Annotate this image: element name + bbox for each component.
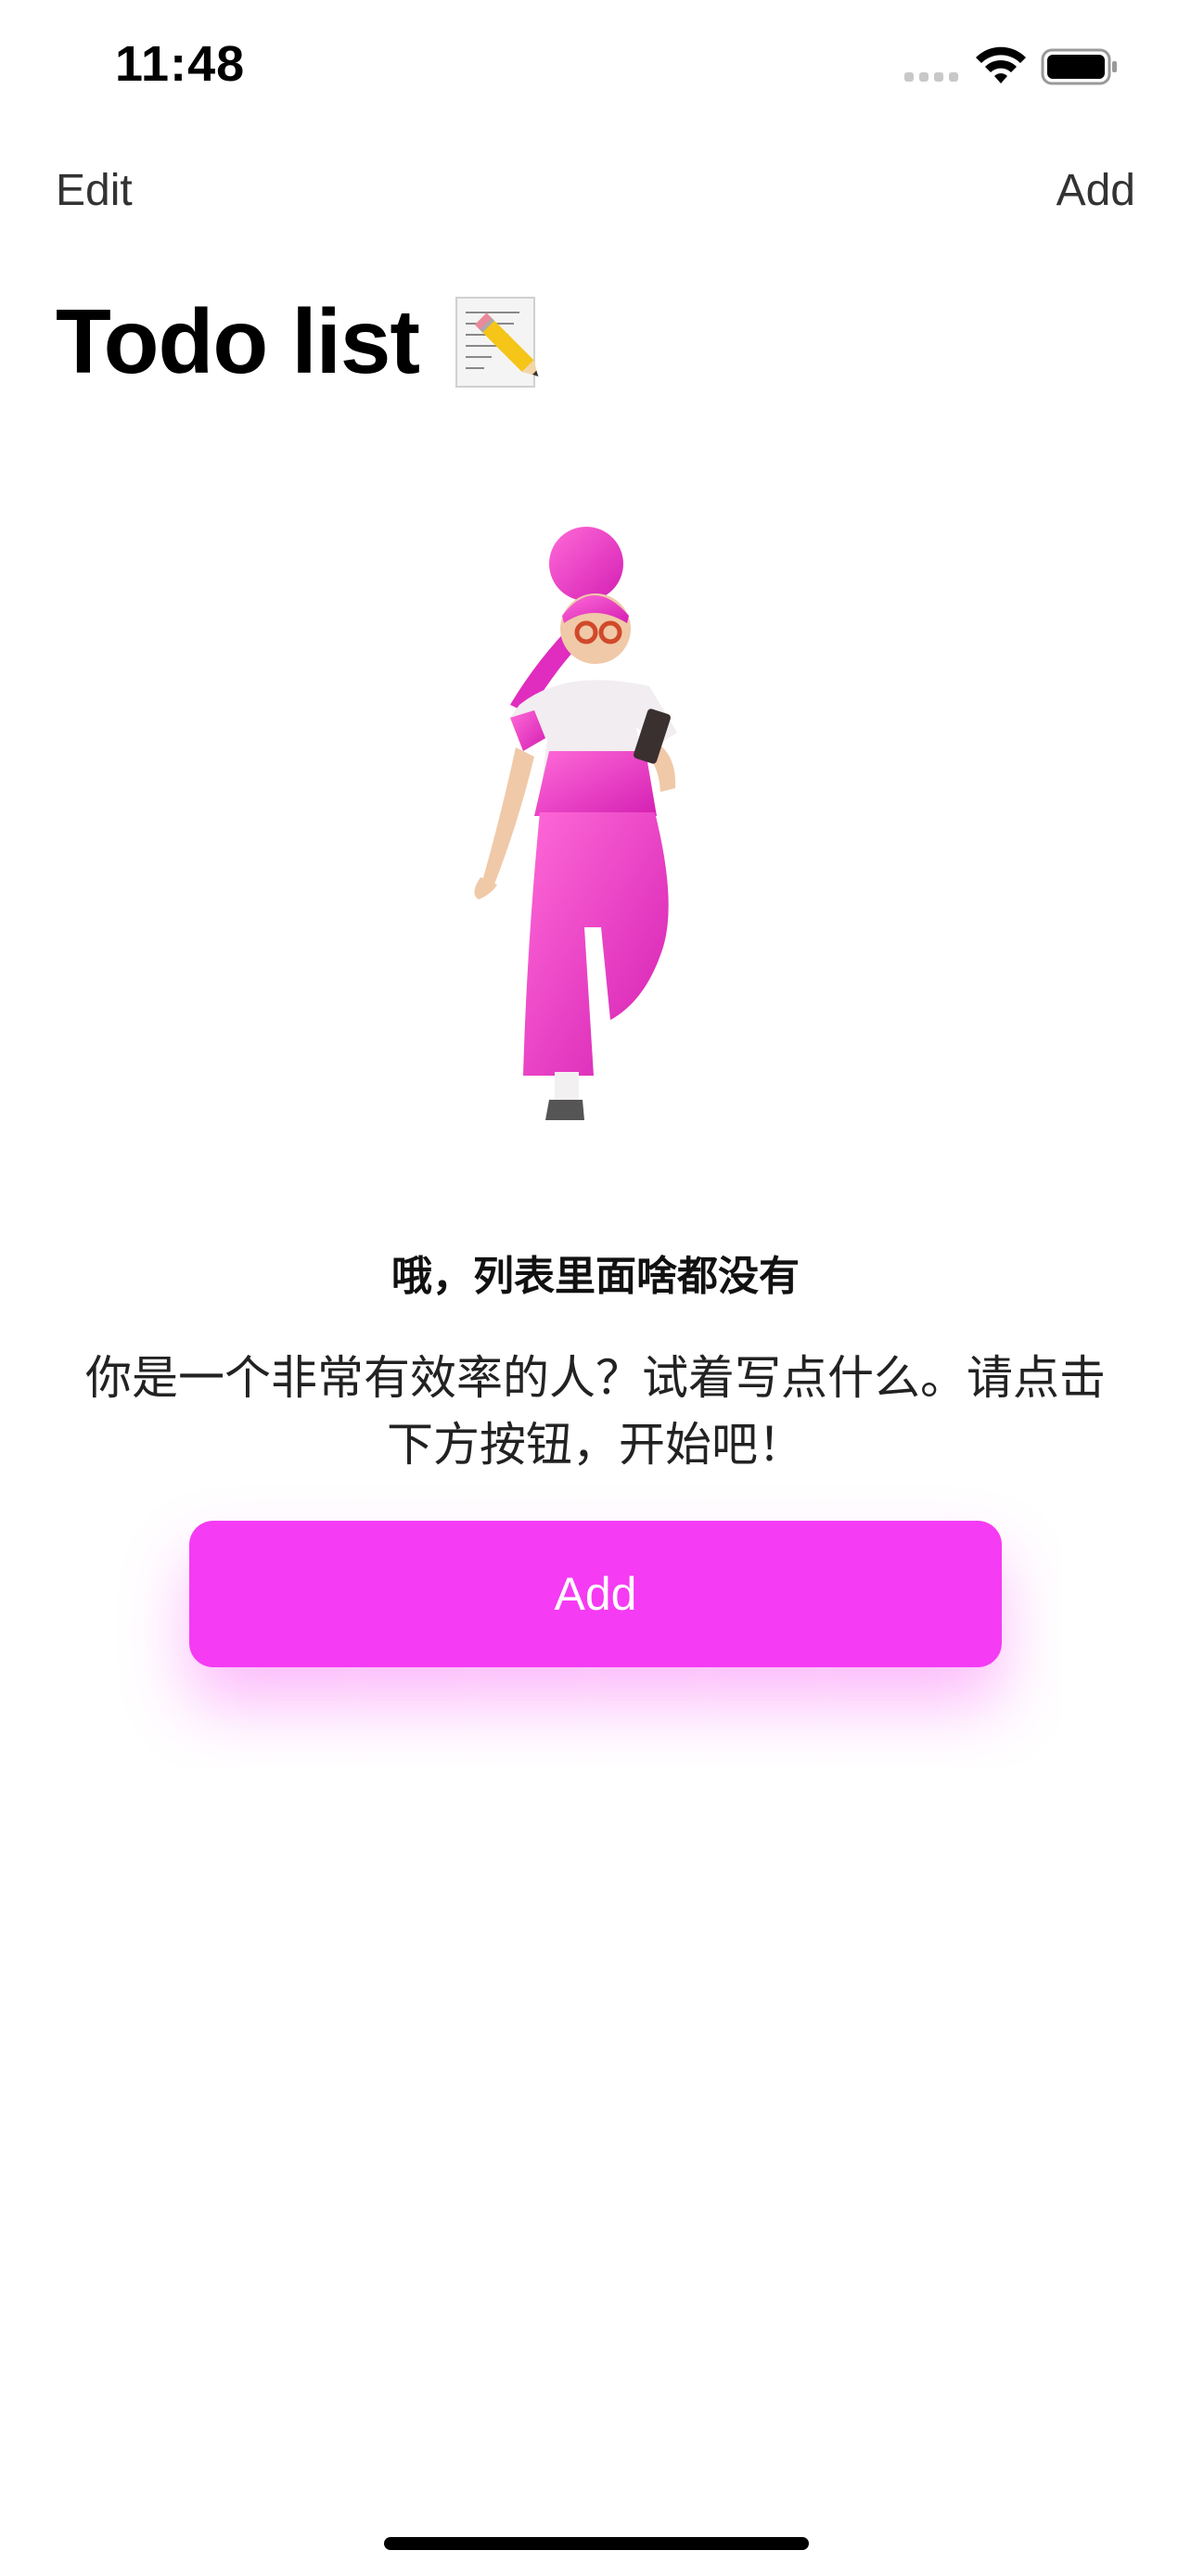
status-bar: 11:48: [0, 0, 1191, 139]
page-title-text: Todo list: [56, 290, 420, 392]
cellular-signal-icon: [904, 72, 958, 82]
memo-pencil-icon: [455, 296, 539, 388]
status-time: 11:48: [115, 36, 246, 92]
pink-woman-with-phone-illustration: [474, 527, 677, 1120]
wifi-icon: [976, 46, 1026, 83]
add-button[interactable]: Add: [189, 1521, 1002, 1667]
battery-icon: [1041, 48, 1117, 85]
empty-state-description: 你是一个非常有效率的人？试着写点什么。请点击下方按钮，开始吧！: [85, 1351, 1106, 1472]
add-nav-button[interactable]: Add: [1057, 165, 1135, 216]
empty-state-heading: 哦，列表里面啥都没有: [391, 1253, 800, 1300]
home-indicator[interactable]: [384, 2537, 809, 2550]
edit-button[interactable]: Edit: [56, 165, 133, 216]
page-title: Todo list: [56, 289, 540, 394]
